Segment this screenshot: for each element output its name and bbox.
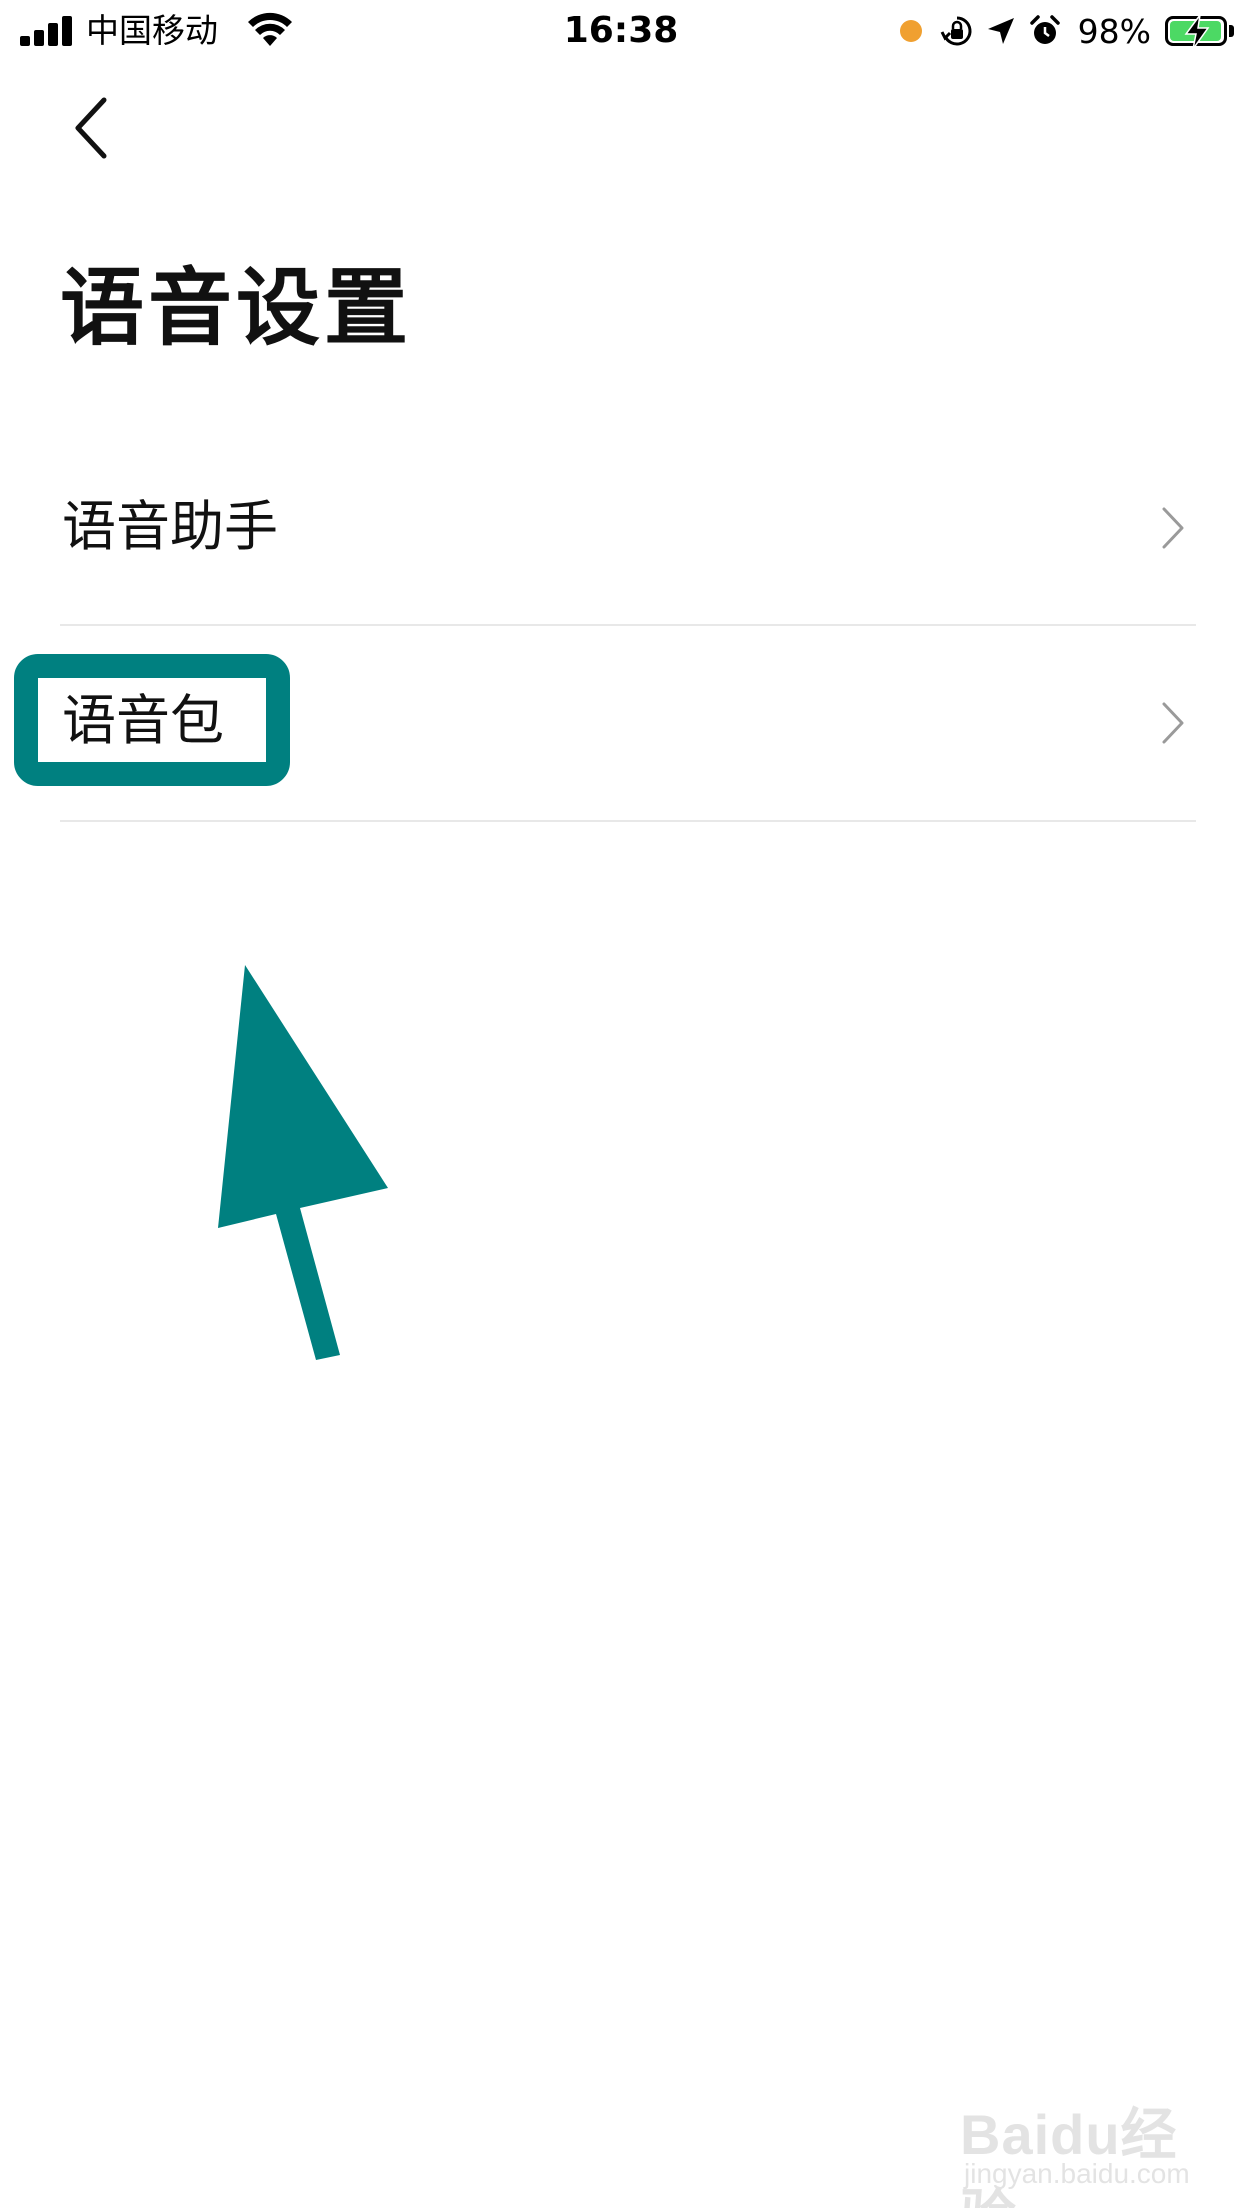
recording-dot-icon [899, 20, 922, 42]
battery-charging-icon [1165, 15, 1227, 49]
page-title: 语音设置 [60, 259, 413, 357]
chevron-left-icon [75, 97, 107, 159]
chevron-right-icon [1162, 702, 1184, 744]
watermark: Baidu经验 jingyan.baidu.com [960, 2090, 1220, 2208]
divider [60, 820, 1196, 822]
battery-percent: 98% [1077, 11, 1151, 51]
orientation-lock-icon [940, 16, 972, 46]
battery-cap [1229, 25, 1234, 37]
alarm-icon [1029, 15, 1060, 44]
status-right-group: 98% [899, 10, 1234, 52]
chevron-right-icon [1162, 507, 1184, 549]
settings-item-voice-assistant[interactable]: 语音助手 [0, 430, 1242, 626]
annotation-highlight-box [14, 654, 290, 786]
settings-item-label: 语音助手 [62, 495, 278, 558]
back-button[interactable] [60, 88, 130, 168]
location-icon [987, 18, 1014, 44]
status-bar: 中国移动 16:38 98% [0, 0, 1242, 62]
annotation-arrow-icon [218, 965, 388, 1360]
bolt-icon [1184, 15, 1210, 49]
watermark-brand: Baidu经验 [960, 2103, 1178, 2208]
watermark-url: jingyan.baidu.com [964, 2158, 1190, 2189]
